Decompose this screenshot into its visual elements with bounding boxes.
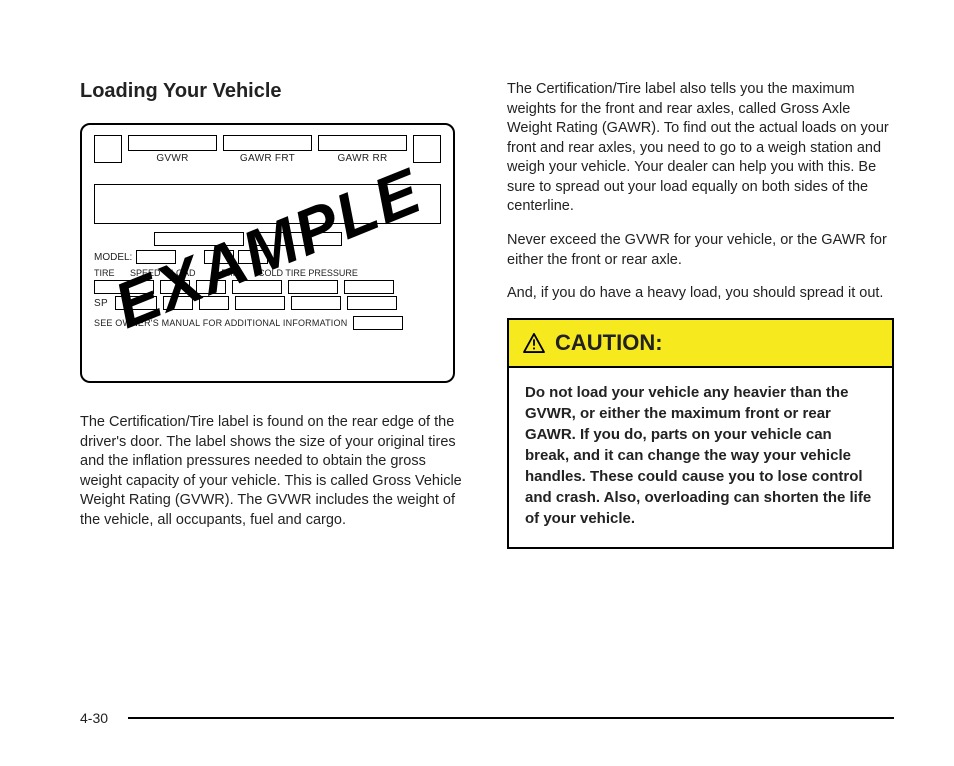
label-main-field	[94, 184, 441, 224]
footer-rule	[128, 717, 894, 719]
certification-label-figure: GVWR GAWR FRT GAWR RR	[80, 123, 455, 383]
gawr-rr-label: GAWR RR	[337, 153, 387, 164]
label-box	[136, 250, 176, 264]
label-box	[344, 280, 394, 294]
label-box	[238, 250, 268, 264]
label-box	[347, 296, 397, 310]
label-box	[163, 296, 193, 310]
label-box	[252, 232, 342, 246]
left-paragraph-1: The Certification/Tire label is found on…	[80, 413, 467, 530]
right-paragraph-2: Never exceed the GVWR for your vehicle, …	[507, 231, 894, 270]
sp-label: SP	[94, 298, 109, 309]
right-column: The Certification/Tire label also tells …	[507, 80, 894, 549]
label-box	[196, 280, 226, 294]
manual-page: Loading Your Vehicle GVWR GAWR FRT	[0, 0, 954, 766]
label-box	[232, 280, 282, 294]
example-stamp: EXAMPLE	[104, 153, 432, 343]
manual-note-row: SEE OWNER'S MANUAL FOR ADDITIONAL INFORM…	[94, 316, 441, 330]
label-box	[160, 280, 190, 294]
label-box	[353, 316, 403, 330]
right-paragraph-1: The Certification/Tire label also tells …	[507, 80, 894, 217]
caution-body: Do not load your vehicle any heavier tha…	[509, 368, 892, 547]
label-box	[413, 135, 441, 163]
label-box	[94, 280, 154, 294]
manual-note: SEE OWNER'S MANUAL FOR ADDITIONAL INFORM…	[94, 318, 347, 328]
speed-label: SPEED	[130, 268, 165, 278]
label-box	[94, 135, 122, 163]
caution-heading: CAUTION:	[555, 330, 663, 356]
page-number: 4-30	[80, 710, 108, 726]
label-top-row: GVWR GAWR FRT GAWR RR	[94, 135, 441, 164]
label-box	[199, 296, 229, 310]
left-column: Loading Your Vehicle GVWR GAWR FRT	[80, 80, 467, 549]
warning-triangle-icon	[523, 333, 545, 353]
caution-header: CAUTION:	[509, 320, 892, 368]
rim-label: RIM	[207, 268, 252, 278]
right-paragraph-3: And, if you do have a heavy load, you sh…	[507, 284, 894, 304]
label-box	[291, 296, 341, 310]
gawr-frt-label: GAWR FRT	[240, 153, 295, 164]
label-box	[223, 135, 312, 151]
label-box	[288, 280, 338, 294]
section-title: Loading Your Vehicle	[80, 80, 467, 103]
label-box	[318, 135, 407, 151]
tire-label: TIRE	[94, 268, 124, 278]
caution-box: CAUTION: Do not load your vehicle any he…	[507, 318, 894, 549]
label-box	[204, 250, 234, 264]
model-row: MODEL:	[94, 250, 441, 264]
label-box	[128, 135, 217, 151]
label-box	[154, 232, 244, 246]
cold-tire-pressure-label: COLD TIRE PRESSURE	[258, 268, 358, 278]
label-box	[235, 296, 285, 310]
page-footer: 4-30	[80, 710, 894, 726]
label-box	[115, 296, 157, 310]
gvwr-label: GVWR	[156, 153, 188, 164]
two-column-layout: Loading Your Vehicle GVWR GAWR FRT	[80, 80, 894, 549]
load-label: LOAD	[171, 268, 201, 278]
model-label: MODEL:	[94, 252, 132, 263]
